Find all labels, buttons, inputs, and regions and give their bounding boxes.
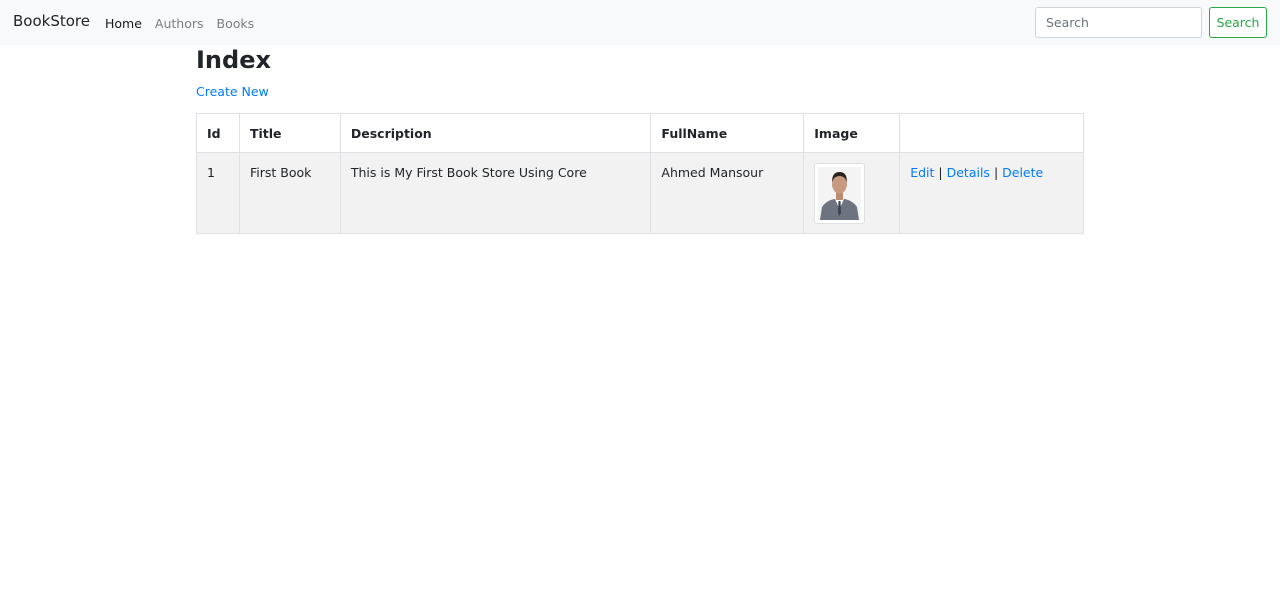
author-photo-icon: [814, 163, 866, 224]
edit-link[interactable]: Edit: [910, 165, 934, 180]
brand-link[interactable]: BookStore: [13, 12, 90, 30]
table-header-row: Id Title Description FullName Image: [196, 113, 1084, 153]
table-row: 1 First Book This is My First Book Store…: [196, 152, 1084, 234]
cell-title: First Book: [238, 152, 341, 234]
navbar: BookStore Home Authors Books Search: [0, 0, 1280, 45]
cell-id: 1: [196, 152, 240, 234]
header-actions: [899, 113, 1084, 153]
cell-description: This is My First Book Store Using Core: [339, 152, 652, 234]
header-title: Title: [238, 113, 341, 153]
books-table: Id Title Description FullName Image 1 Fi…: [196, 113, 1084, 234]
nav-link-books[interactable]: Books: [217, 16, 255, 31]
details-link[interactable]: Details: [947, 165, 990, 180]
action-separator: |: [938, 165, 943, 180]
header-id: Id: [196, 113, 240, 153]
nav-link-home[interactable]: Home: [105, 16, 142, 31]
nav-links: Home Authors Books: [105, 16, 267, 31]
nav-link-authors[interactable]: Authors: [155, 16, 204, 31]
cell-actions: Edit | Details | Delete: [899, 152, 1084, 234]
action-separator: |: [993, 165, 999, 180]
search-button[interactable]: Search: [1209, 7, 1267, 38]
create-new-link[interactable]: Create New: [196, 84, 269, 99]
cell-fullname: Ahmed Mansour: [650, 152, 805, 234]
header-description: Description: [339, 113, 652, 153]
header-image: Image: [803, 113, 901, 153]
search-input[interactable]: [1035, 7, 1202, 38]
cell-image: [803, 152, 901, 234]
delete-link[interactable]: Delete: [1002, 165, 1043, 180]
page-title: Index: [196, 46, 271, 74]
header-fullname: FullName: [650, 113, 805, 153]
